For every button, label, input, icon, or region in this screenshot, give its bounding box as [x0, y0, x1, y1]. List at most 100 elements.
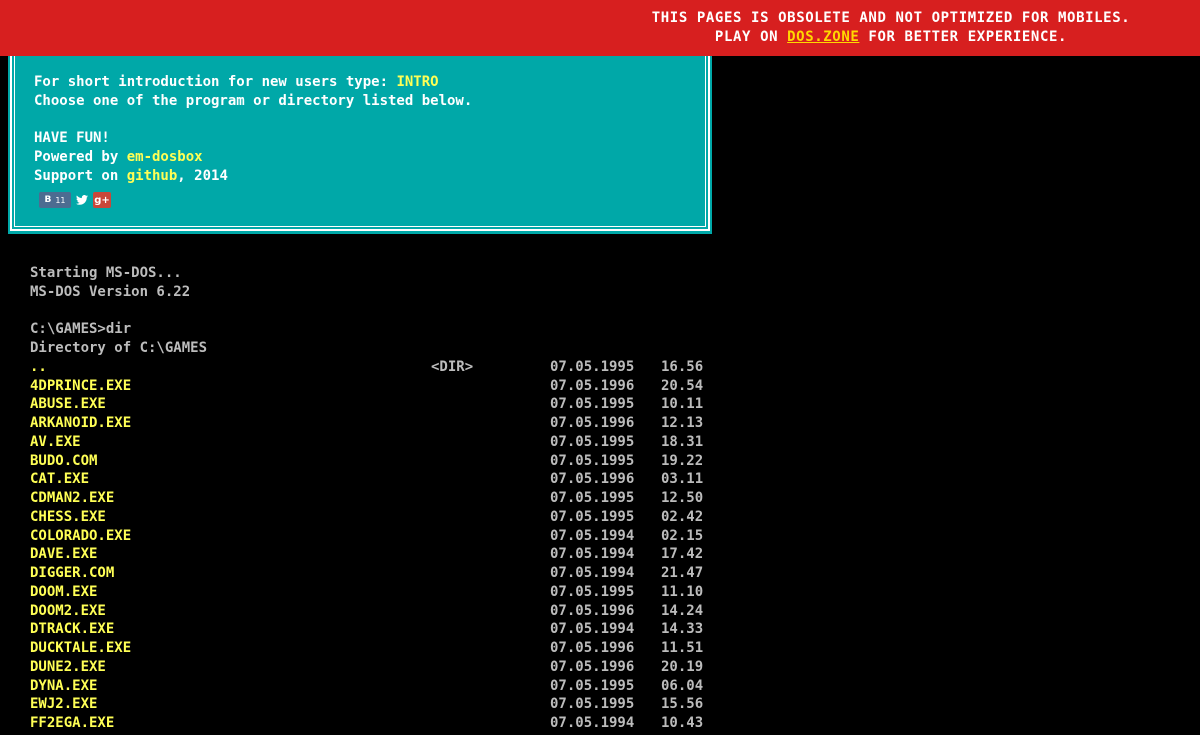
twitter-share-button[interactable] [74, 192, 90, 208]
command-prompt: C:\GAMES>dir [30, 321, 132, 338]
file-name-link[interactable]: DIGGER.COM [30, 564, 114, 583]
support-line: Support on github, 2014 [34, 167, 228, 185]
have-fun-line: HAVE FUN! [34, 130, 110, 146]
dir-marker: <DIR> [431, 358, 474, 375]
file-date: 07.05.1994 [550, 715, 635, 731]
file-date: 07.05.1995 [550, 508, 635, 525]
support-year: , 2014 [177, 168, 228, 184]
dos-terminal[interactable]: Starting MS-DOS... MS-DOS Version 6.22 C… [30, 264, 720, 733]
listing-row: ARKANOID.EXE 07.05.1996 12.13 [30, 414, 720, 433]
intro-line: For short introduction for new users typ… [34, 73, 439, 91]
social-buttons: В 11 g+ [39, 192, 111, 208]
file-name-link[interactable]: CDMAN2.EXE [30, 489, 114, 508]
file-name-link[interactable]: DOOM.EXE [30, 583, 97, 602]
google-plus-share-button[interactable]: g+ [93, 192, 111, 208]
twitter-bird-icon [76, 195, 88, 205]
intro-text: For short introduction for new users typ… [34, 74, 397, 90]
file-date: 07.05.1995 [550, 396, 635, 413]
file-time: 02.15 [661, 527, 704, 544]
directory-header: Directory of C:\GAMES [30, 340, 208, 356]
listing-row: DIGGER.COM 07.05.1994 21.47 [30, 564, 720, 583]
file-date: 07.05.1995 [550, 490, 635, 506]
listing-row: EWJ2.EXE 07.05.1995 15.56 [30, 695, 720, 714]
file-time: 14.24 [661, 602, 704, 619]
file-name-link[interactable]: CHESS.EXE [30, 508, 106, 527]
listing-row: DOOM2.EXE 07.05.1996 14.24 [30, 602, 720, 621]
file-date: 07.05.1994 [550, 546, 635, 563]
file-name-link[interactable]: DYNA.EXE [30, 677, 97, 696]
file-name-link[interactable]: DAVE.EXE [30, 545, 97, 564]
file-time: 11.10 [661, 583, 704, 600]
file-name-link[interactable]: CAT.EXE [30, 470, 89, 489]
file-time: 21.47 [661, 565, 704, 581]
file-name-link[interactable]: BUDO.COM [30, 452, 97, 471]
listing-row: DYNA.EXE 07.05.1995 06.04 [30, 677, 720, 696]
banner-line-2-prefix: PLAY ON [714, 29, 788, 45]
file-date: 07.05.1994 [550, 527, 635, 544]
dos-zone-link[interactable]: DOS.ZONE [787, 29, 859, 45]
file-date: 07.05.1996 [550, 471, 635, 488]
file-time: 03.11 [661, 471, 704, 488]
listing-row: CDMAN2.EXE 07.05.1995 12.50 [30, 489, 720, 508]
vk-icon: В [44, 195, 52, 205]
file-date: 07.05.1996 [550, 602, 635, 619]
listing-row: ABUSE.EXE 07.05.1995 10.11 [30, 395, 720, 414]
file-name-link[interactable]: 4DPRINCE.EXE [30, 377, 131, 396]
file-date: 07.05.1995 [550, 677, 635, 694]
file-date: 07.05.1996 [550, 415, 635, 431]
powered-text: Powered by [34, 149, 127, 165]
listing-row: COLORADO.EXE 07.05.1994 02.15 [30, 527, 720, 546]
starting-line: Starting MS-DOS... [30, 265, 182, 281]
listing-row: FF2EGA.EXE 07.05.1994 10.43 [30, 714, 720, 733]
file-name-link[interactable]: ABUSE.EXE [30, 395, 106, 414]
file-name-link[interactable]: AV.EXE [30, 433, 81, 452]
file-time: 02.42 [661, 508, 704, 525]
listing-row: CHESS.EXE 07.05.1995 02.42 [30, 508, 720, 527]
file-name-link[interactable]: DUNE2.EXE [30, 658, 106, 677]
file-time: 18.31 [661, 433, 704, 450]
listing-row: DUCKTALE.EXE 07.05.1996 11.51 [30, 639, 720, 658]
listing-row: DAVE.EXE 07.05.1994 17.42 [30, 545, 720, 564]
support-text: Support on [34, 168, 127, 184]
version-line: MS-DOS Version 6.22 [30, 283, 191, 300]
file-name-link[interactable]: DTRACK.EXE [30, 620, 114, 639]
banner-line-2: PLAY ON DOS.ZONE FOR BETTER EXPERIENCE. [601, 28, 1181, 46]
file-name-link[interactable]: FF2EGA.EXE [30, 714, 114, 733]
file-time: 14.33 [661, 621, 704, 638]
listing-row: DOOM.EXE 07.05.1995 11.10 [30, 583, 720, 602]
file-time: 10.11 [661, 396, 704, 413]
file-name-link[interactable]: DOOM2.EXE [30, 602, 106, 621]
file-date: 07.05.1996 [550, 377, 635, 394]
file-date: 07.05.1995 [550, 358, 635, 375]
file-time: 19.22 [661, 452, 704, 469]
file-time: 12.13 [661, 415, 704, 431]
intro-command: INTRO [396, 74, 439, 90]
file-time: 17.42 [661, 546, 704, 563]
file-name-link[interactable]: DUCKTALE.EXE [30, 639, 131, 658]
file-time: 06.04 [661, 677, 704, 694]
vk-share-count: 11 [55, 195, 66, 205]
listing-row: AV.EXE 07.05.1995 18.31 [30, 433, 720, 452]
obsolete-banner: THIS PAGES IS OBSOLETE AND NOT OPTIMIZED… [0, 0, 1200, 56]
github-link[interactable]: github [127, 168, 178, 184]
file-date: 07.05.1996 [550, 640, 635, 656]
choose-line: Choose one of the program or directory l… [34, 93, 473, 109]
file-name-link[interactable]: COLORADO.EXE [30, 527, 131, 546]
banner-line-2-suffix: FOR BETTER EXPERIENCE. [859, 29, 1068, 45]
file-time: 15.56 [661, 696, 704, 713]
file-name-link[interactable]: .. [30, 358, 47, 377]
file-time: 16.56 [661, 358, 704, 375]
file-name-link[interactable]: EWJ2.EXE [30, 695, 97, 714]
file-date: 07.05.1994 [550, 621, 635, 638]
file-time: 12.50 [661, 490, 704, 506]
vk-share-button[interactable]: В 11 [39, 192, 71, 208]
em-dosbox-link[interactable]: em-dosbox [127, 149, 203, 165]
file-time: 20.19 [661, 658, 704, 675]
listing-row: .. <DIR> 07.05.1995 16.56 [30, 358, 720, 377]
file-time: 20.54 [661, 377, 704, 394]
file-date: 07.05.1996 [550, 658, 635, 675]
file-name-link[interactable]: ARKANOID.EXE [30, 414, 131, 433]
file-time: 11.51 [661, 640, 704, 656]
file-date: 07.05.1995 [550, 583, 635, 600]
